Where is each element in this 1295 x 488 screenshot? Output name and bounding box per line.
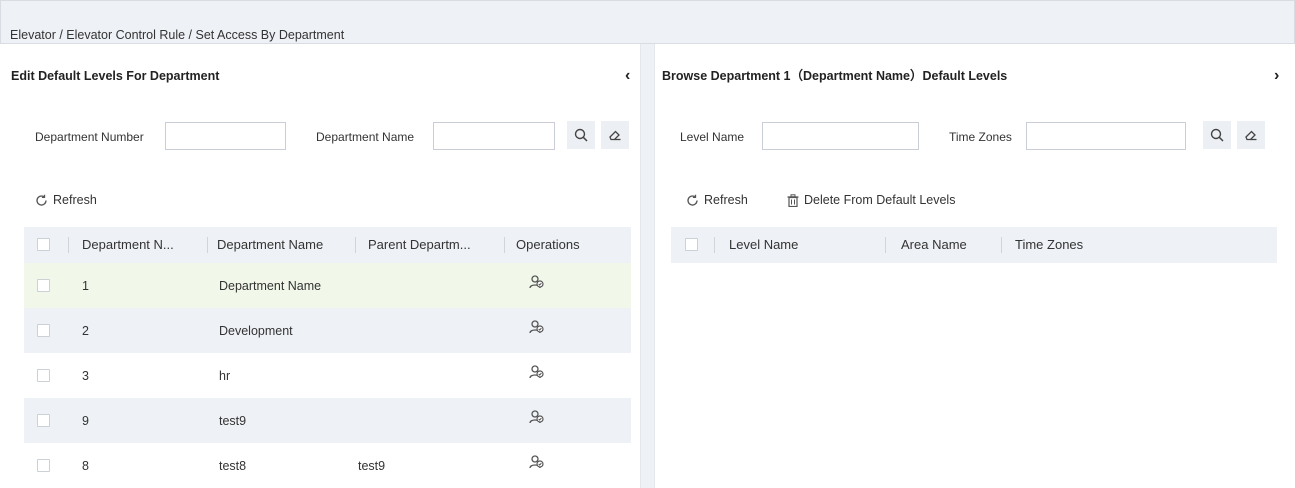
table-header: Department N... Department Name Parent D…	[24, 227, 631, 263]
level-name-label: Level Name	[680, 130, 745, 144]
column-header[interactable]: Department N...	[82, 238, 174, 252]
row-checkbox[interactable]	[37, 324, 50, 337]
department-name-cell: Development	[219, 324, 293, 338]
refresh-label: Refresh	[704, 193, 748, 207]
row-checkbox[interactable]	[37, 459, 50, 472]
department-number-cell: 8	[82, 459, 89, 473]
search-icon	[574, 128, 588, 142]
table-row[interactable]: 3 hr	[24, 353, 631, 398]
department-number-label: Department Number	[35, 130, 144, 144]
eraser-icon	[609, 130, 621, 141]
table-row[interactable]: 8 test8 test9	[24, 443, 631, 488]
user-group-icon[interactable]	[529, 409, 545, 425]
row-checkbox[interactable]	[37, 414, 50, 427]
column-header[interactable]: Level Name	[729, 238, 798, 252]
department-name-label: Department Name	[316, 130, 415, 144]
select-all-checkbox[interactable]	[685, 238, 698, 251]
eraser-icon	[1245, 130, 1257, 141]
trash-icon	[787, 193, 799, 207]
search-button[interactable]	[1203, 121, 1231, 149]
department-table: Department N... Department Name Parent D…	[24, 227, 631, 488]
left-panel-title: Edit Default Levels For Department	[11, 69, 220, 83]
clear-button[interactable]	[601, 121, 629, 149]
department-name-cell: test8	[219, 459, 247, 473]
department-number-cell: 9	[82, 414, 89, 428]
table-row[interactable]: 2 Development	[24, 308, 631, 353]
department-name-cell: Department Name	[219, 279, 322, 293]
department-number-cell: 3	[82, 369, 89, 383]
delete-from-default-levels-button[interactable]: Delete From Default Levels	[787, 193, 955, 207]
user-group-icon[interactable]	[529, 319, 545, 335]
breadcrumb: Elevator / Elevator Control Rule / Set A…	[10, 28, 345, 42]
collapse-left-button[interactable]: ‹	[625, 68, 630, 84]
department-number-input[interactable]	[165, 122, 286, 150]
refresh-label: Refresh	[53, 193, 97, 207]
user-group-icon[interactable]	[529, 364, 545, 380]
column-header[interactable]: Parent Departm...	[368, 238, 471, 252]
table-row[interactable]: 1 Department Name	[24, 263, 631, 308]
search-icon	[1210, 128, 1224, 142]
department-number-cell: 2	[82, 324, 89, 338]
row-checkbox[interactable]	[37, 369, 50, 382]
user-group-icon[interactable]	[529, 274, 545, 290]
department-number-cell: 1	[82, 279, 89, 293]
parent-department-cell: test9	[358, 459, 386, 473]
level-name-input[interactable]	[762, 122, 919, 150]
column-header: Operations	[516, 237, 580, 252]
right-panel: Browse Department 1（Department Name）Defa…	[654, 44, 1295, 488]
department-name-cell: test9	[219, 414, 247, 428]
user-group-icon[interactable]	[529, 454, 545, 470]
collapse-right-button[interactable]: ›	[1274, 68, 1279, 84]
time-zones-input[interactable]	[1026, 122, 1186, 150]
column-header[interactable]: Time Zones	[1015, 238, 1083, 252]
panel-divider[interactable]	[641, 44, 654, 488]
refresh-icon	[687, 194, 698, 206]
clear-button[interactable]	[1237, 121, 1265, 149]
refresh-button[interactable]: Refresh	[35, 193, 97, 207]
column-header[interactable]: Department Name	[217, 238, 323, 252]
row-checkbox[interactable]	[37, 279, 50, 292]
breadcrumb-bar: Elevator / Elevator Control Rule / Set A…	[0, 0, 1295, 44]
search-button[interactable]	[567, 121, 595, 149]
delete-label: Delete From Default Levels	[804, 193, 956, 207]
levels-table: Level Name Area Name Time Zones	[671, 227, 1277, 263]
right-panel-title: Browse Department 1（Department Name）Defa…	[662, 69, 1008, 83]
time-zones-label: Time Zones	[949, 130, 1012, 144]
department-name-input[interactable]	[433, 122, 555, 150]
department-name-cell: hr	[219, 369, 231, 383]
table-row[interactable]: 9 test9	[24, 398, 631, 443]
column-header[interactable]: Area Name	[901, 238, 967, 252]
refresh-button[interactable]: Refresh	[686, 193, 748, 207]
left-panel: Edit Default Levels For Department ‹ Dep…	[0, 44, 641, 488]
table-header: Level Name Area Name Time Zones	[671, 227, 1277, 263]
select-all-checkbox[interactable]	[37, 238, 50, 251]
refresh-icon	[36, 194, 47, 206]
